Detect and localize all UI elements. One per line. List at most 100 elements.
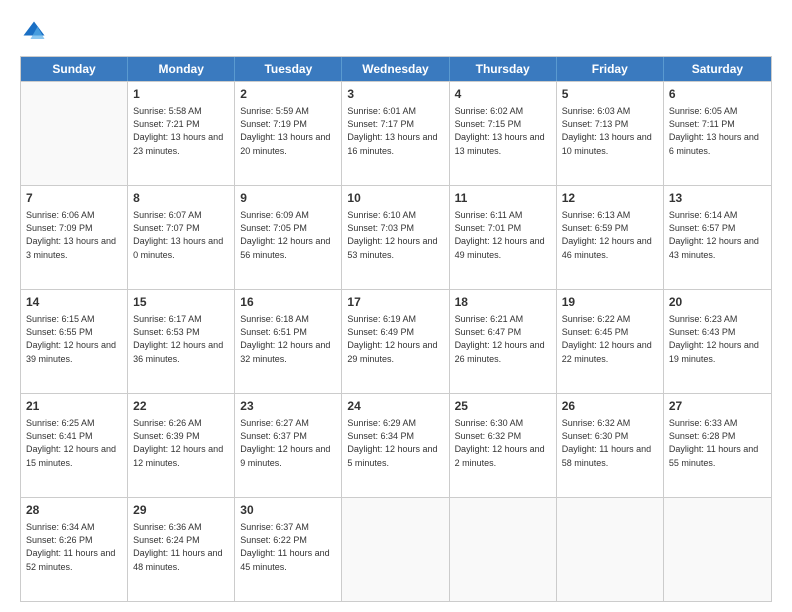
day-number: 14 [26, 294, 122, 311]
cell-info: Sunrise: 6:06 AMSunset: 7:09 PMDaylight:… [26, 210, 116, 260]
calendar-header: SundayMondayTuesdayWednesdayThursdayFrid… [21, 57, 771, 81]
day-number: 1 [133, 86, 229, 103]
cell-info: Sunrise: 6:09 AMSunset: 7:05 PMDaylight:… [240, 210, 330, 260]
day-header-tuesday: Tuesday [235, 57, 342, 81]
cell-info: Sunrise: 6:03 AMSunset: 7:13 PMDaylight:… [562, 106, 652, 156]
cell-info: Sunrise: 6:22 AMSunset: 6:45 PMDaylight:… [562, 314, 652, 364]
cal-cell: 16 Sunrise: 6:18 AMSunset: 6:51 PMDayligh… [235, 290, 342, 393]
day-number: 29 [133, 502, 229, 519]
cal-cell: 19 Sunrise: 6:22 AMSunset: 6:45 PMDayligh… [557, 290, 664, 393]
day-number: 18 [455, 294, 551, 311]
cal-cell: 2Sunrise: 5:59 AMSunset: 7:19 PMDaylight… [235, 82, 342, 185]
day-number: 4 [455, 86, 551, 103]
cell-info: Sunrise: 6:34 AMSunset: 6:26 PMDaylight:… [26, 522, 115, 572]
header [20, 18, 772, 46]
day-number: 13 [669, 190, 766, 207]
cell-info: Sunrise: 6:17 AMSunset: 6:53 PMDaylight:… [133, 314, 223, 364]
cell-info: Sunrise: 6:10 AMSunset: 7:03 PMDaylight:… [347, 210, 437, 260]
cell-info: Sunrise: 6:32 AMSunset: 6:30 PMDaylight:… [562, 418, 651, 468]
day-number: 24 [347, 398, 443, 415]
day-number: 7 [26, 190, 122, 207]
day-number: 17 [347, 294, 443, 311]
day-header-monday: Monday [128, 57, 235, 81]
cell-info: Sunrise: 6:29 AMSunset: 6:34 PMDaylight:… [347, 418, 437, 468]
day-number: 27 [669, 398, 766, 415]
cell-info: Sunrise: 6:21 AMSunset: 6:47 PMDaylight:… [455, 314, 545, 364]
day-header-friday: Friday [557, 57, 664, 81]
cal-cell [342, 498, 449, 601]
cal-cell: 5 Sunrise: 6:03 AMSunset: 7:13 PMDaylight… [557, 82, 664, 185]
day-number: 19 [562, 294, 658, 311]
week-row-3: 14 Sunrise: 6:15 AMSunset: 6:55 PMDayligh… [21, 289, 771, 393]
cell-info: Sunrise: 5:58 AMSunset: 7:21 PMDaylight:… [133, 106, 223, 156]
cell-info: Sunrise: 6:14 AMSunset: 6:57 PMDaylight:… [669, 210, 759, 260]
cell-info: Sunrise: 6:26 AMSunset: 6:39 PMDaylight:… [133, 418, 223, 468]
cal-cell: 22 Sunrise: 6:26 AMSunset: 6:39 PMDayligh… [128, 394, 235, 497]
week-row-2: 7 Sunrise: 6:06 AMSunset: 7:09 PMDaylight… [21, 185, 771, 289]
cal-cell: 10 Sunrise: 6:10 AMSunset: 7:03 PMDayligh… [342, 186, 449, 289]
cell-info: Sunrise: 6:19 AMSunset: 6:49 PMDaylight:… [347, 314, 437, 364]
day-number: 3 [347, 86, 443, 103]
day-header-thursday: Thursday [450, 57, 557, 81]
cal-cell: 21 Sunrise: 6:25 AMSunset: 6:41 PMDayligh… [21, 394, 128, 497]
cal-cell: 23Sunrise: 6:27 AMSunset: 6:37 PMDayligh… [235, 394, 342, 497]
cell-info: Sunrise: 6:23 AMSunset: 6:43 PMDaylight:… [669, 314, 759, 364]
day-number: 5 [562, 86, 658, 103]
cal-cell: 29 Sunrise: 6:36 AMSunset: 6:24 PMDayligh… [128, 498, 235, 601]
cell-info: Sunrise: 6:11 AMSunset: 7:01 PMDaylight:… [455, 210, 545, 260]
logo-icon [20, 18, 48, 46]
logo [20, 18, 52, 46]
cal-cell: 8Sunrise: 6:07 AMSunset: 7:07 PMDaylight… [128, 186, 235, 289]
cal-cell: 25Sunrise: 6:30 AMSunset: 6:32 PMDayligh… [450, 394, 557, 497]
cal-cell: 17 Sunrise: 6:19 AMSunset: 6:49 PMDayligh… [342, 290, 449, 393]
day-number: 28 [26, 502, 122, 519]
cal-cell: 24 Sunrise: 6:29 AMSunset: 6:34 PMDayligh… [342, 394, 449, 497]
cell-info: Sunrise: 6:18 AMSunset: 6:51 PMDaylight:… [240, 314, 330, 364]
cal-cell: 30 Sunrise: 6:37 AMSunset: 6:22 PMDayligh… [235, 498, 342, 601]
cell-info: Sunrise: 6:01 AMSunset: 7:17 PMDaylight:… [347, 106, 437, 156]
day-number: 30 [240, 502, 336, 519]
week-row-4: 21 Sunrise: 6:25 AMSunset: 6:41 PMDayligh… [21, 393, 771, 497]
day-number: 16 [240, 294, 336, 311]
cell-info: Sunrise: 6:36 AMSunset: 6:24 PMDaylight:… [133, 522, 222, 572]
day-number: 9 [240, 190, 336, 207]
day-header-saturday: Saturday [664, 57, 771, 81]
cell-info: Sunrise: 6:05 AMSunset: 7:11 PMDaylight:… [669, 106, 759, 156]
day-number: 22 [133, 398, 229, 415]
cell-info: Sunrise: 6:33 AMSunset: 6:28 PMDaylight:… [669, 418, 758, 468]
day-number: 11 [455, 190, 551, 207]
cal-cell: 18 Sunrise: 6:21 AMSunset: 6:47 PMDayligh… [450, 290, 557, 393]
cal-cell [664, 498, 771, 601]
cal-cell: 20 Sunrise: 6:23 AMSunset: 6:43 PMDayligh… [664, 290, 771, 393]
day-number: 15 [133, 294, 229, 311]
cal-cell: 13 Sunrise: 6:14 AMSunset: 6:57 PMDayligh… [664, 186, 771, 289]
cal-cell [557, 498, 664, 601]
cell-info: Sunrise: 6:30 AMSunset: 6:32 PMDaylight:… [455, 418, 545, 468]
cal-cell: 27 Sunrise: 6:33 AMSunset: 6:28 PMDayligh… [664, 394, 771, 497]
cal-cell: 3 Sunrise: 6:01 AMSunset: 7:17 PMDaylight… [342, 82, 449, 185]
cal-cell [450, 498, 557, 601]
cal-cell: 28 Sunrise: 6:34 AMSunset: 6:26 PMDayligh… [21, 498, 128, 601]
day-number: 23 [240, 398, 336, 415]
cell-info: Sunrise: 6:25 AMSunset: 6:41 PMDaylight:… [26, 418, 116, 468]
cal-cell: 9 Sunrise: 6:09 AMSunset: 7:05 PMDaylight… [235, 186, 342, 289]
day-number: 21 [26, 398, 122, 415]
calendar: SundayMondayTuesdayWednesdayThursdayFrid… [20, 56, 772, 602]
cell-info: Sunrise: 6:13 AMSunset: 6:59 PMDaylight:… [562, 210, 652, 260]
cell-info: Sunrise: 6:07 AMSunset: 7:07 PMDaylight:… [133, 210, 223, 260]
cell-info: Sunrise: 6:37 AMSunset: 6:22 PMDaylight:… [240, 522, 329, 572]
page: SundayMondayTuesdayWednesdayThursdayFrid… [0, 0, 792, 612]
week-row-1: 1 Sunrise: 5:58 AMSunset: 7:21 PMDaylight… [21, 81, 771, 185]
day-number: 12 [562, 190, 658, 207]
week-row-5: 28 Sunrise: 6:34 AMSunset: 6:26 PMDayligh… [21, 497, 771, 601]
cal-cell: 7 Sunrise: 6:06 AMSunset: 7:09 PMDaylight… [21, 186, 128, 289]
calendar-body: 1 Sunrise: 5:58 AMSunset: 7:21 PMDaylight… [21, 81, 771, 601]
cell-info: Sunrise: 6:02 AMSunset: 7:15 PMDaylight:… [455, 106, 545, 156]
day-number: 20 [669, 294, 766, 311]
cell-info: Sunrise: 6:15 AMSunset: 6:55 PMDaylight:… [26, 314, 116, 364]
cal-cell: 14 Sunrise: 6:15 AMSunset: 6:55 PMDayligh… [21, 290, 128, 393]
cal-cell: 12 Sunrise: 6:13 AMSunset: 6:59 PMDayligh… [557, 186, 664, 289]
day-number: 26 [562, 398, 658, 415]
day-number: 10 [347, 190, 443, 207]
cal-cell: 4 Sunrise: 6:02 AMSunset: 7:15 PMDaylight… [450, 82, 557, 185]
